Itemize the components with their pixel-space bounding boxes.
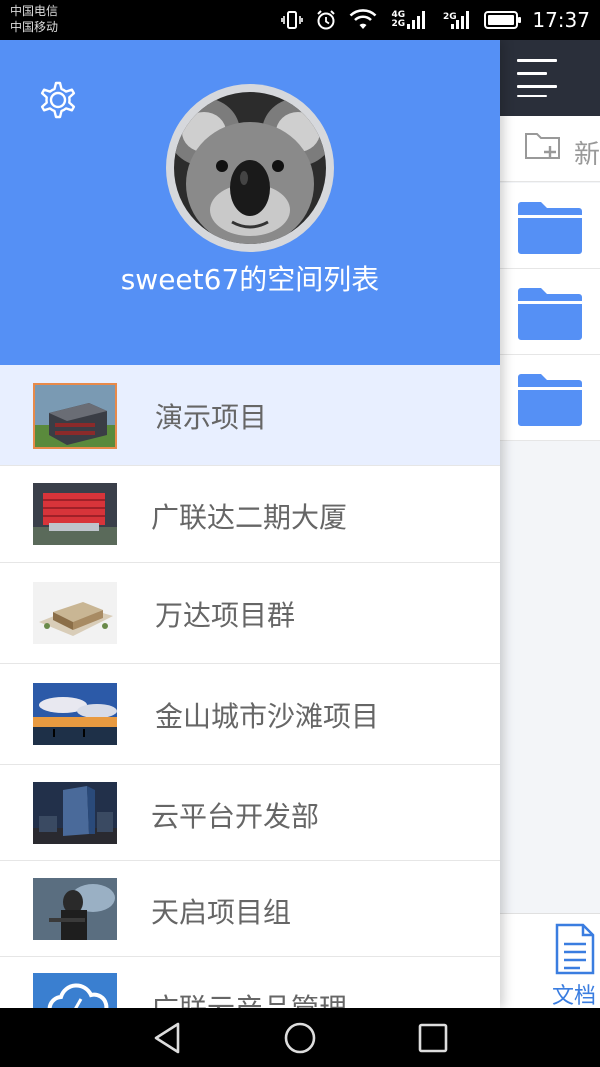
signal-2-icon: 2G	[438, 9, 474, 31]
folder-icon	[518, 374, 582, 426]
project-item[interactable]: 万达项目群	[0, 563, 500, 664]
carrier-info: 中国电信 中国移动	[10, 3, 58, 35]
project-name: 万达项目群	[155, 599, 296, 632]
project-thumbnail	[33, 782, 117, 844]
new-folder-label: 新	[574, 140, 600, 170]
avatar[interactable]	[166, 84, 334, 252]
wifi-icon	[348, 9, 378, 31]
project-item[interactable]: 天启项目组	[0, 861, 500, 957]
system-navigation-bar	[0, 1008, 600, 1067]
koala-avatar-image	[174, 92, 326, 244]
file-panel: 新 文档	[500, 40, 600, 1009]
carrier-2: 中国移动	[10, 20, 59, 34]
signal-icon: 4G 2G	[388, 9, 428, 31]
carrier-1: 中国电信	[10, 4, 59, 18]
home-icon[interactable]	[282, 1020, 318, 1056]
project-name: 广联云产品管理	[151, 987, 347, 1008]
folder-row[interactable]	[500, 269, 600, 355]
folder-row[interactable]	[500, 355, 600, 441]
project-thumbnail	[33, 878, 117, 940]
project-item[interactable]: 云平台开发部	[0, 765, 500, 861]
svg-text:2G: 2G	[443, 12, 457, 22]
project-thumbnail	[33, 683, 117, 745]
recent-apps-icon[interactable]	[415, 1020, 451, 1056]
project-thumbnail	[33, 383, 117, 449]
project-item[interactable]: 广联云产品管理	[0, 957, 500, 1008]
drawer-title: sweet67的空间列表	[120, 263, 380, 296]
project-name: 广联达二期大厦	[151, 501, 348, 534]
new-folder-icon	[525, 133, 560, 159]
status-bar: 中国电信 中国移动 4G 2G 2G 17:37	[0, 0, 600, 40]
alarm-icon	[314, 9, 338, 31]
project-thumbnail	[33, 973, 117, 1008]
project-name: 云平台开发部	[151, 800, 320, 833]
project-item[interactable]: 演示项目	[0, 365, 500, 466]
project-list: 演示项目 广联达二期大厦 万达项目群 金山城市沙滩项目 云平台开发部 天启项目组	[0, 365, 500, 1008]
network-type-2: 2G	[391, 19, 406, 29]
menu-icon[interactable]	[517, 59, 557, 97]
project-thumbnail	[33, 483, 117, 545]
project-name: 演示项目	[155, 401, 268, 434]
folder-row[interactable]	[500, 183, 600, 269]
project-item[interactable]: 金山城市沙滩项目	[0, 664, 500, 765]
file-panel-header	[500, 40, 600, 116]
tab-documents-label: 文档	[552, 984, 597, 1009]
back-icon[interactable]	[150, 1020, 186, 1056]
new-folder-button[interactable]: 新	[500, 116, 600, 182]
vibrate-icon	[280, 9, 304, 31]
project-thumbnail	[33, 582, 117, 644]
settings-icon[interactable]	[34, 76, 82, 124]
navigation-drawer: sweet67的空间列表 演示项目 广联达二期大厦 万达项目群 金山城市沙滩项目…	[0, 40, 500, 1008]
drawer-header: sweet67的空间列表	[0, 40, 500, 365]
project-name: 金山城市沙滩项目	[155, 700, 380, 733]
project-name: 天启项目组	[151, 896, 292, 929]
folder-icon	[518, 202, 582, 254]
document-icon	[555, 923, 595, 975]
tab-documents[interactable]: 文档	[500, 913, 600, 1009]
project-item[interactable]: 广联达二期大厦	[0, 466, 500, 563]
folder-icon	[518, 288, 582, 340]
clock: 17:37	[532, 8, 590, 32]
battery-icon	[484, 9, 522, 31]
